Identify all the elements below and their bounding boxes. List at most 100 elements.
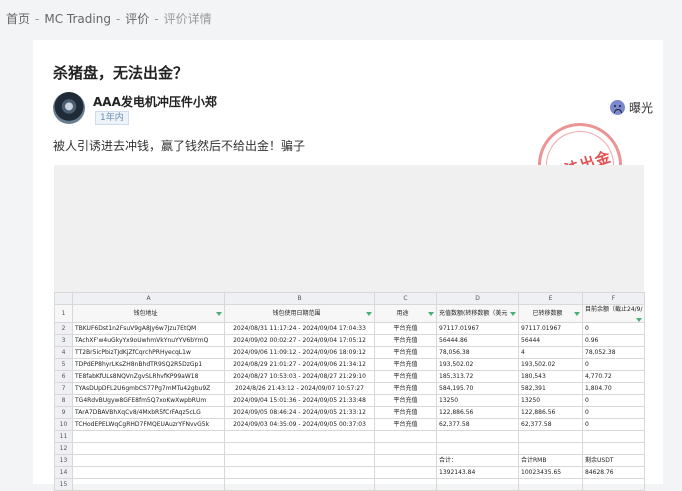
table-cell: 180,543 <box>518 370 583 383</box>
col-letter: D <box>436 292 519 305</box>
table-cell: 13250 <box>518 394 583 407</box>
totals-label-row: 13 合计： 合计RMB 剩余USDT <box>54 454 645 467</box>
table-cell: 2024/09/03 04:35:09 - 2024/09/05 00:37:0… <box>224 418 375 431</box>
table-cell: 193,502.02 <box>436 358 519 371</box>
table-cell: 56444 <box>518 334 583 347</box>
header-cell: 钱包地址 <box>72 304 225 323</box>
table-row: 4 TT2Br5icPbizTJdKjZfCqrchPRHyecqL1w 2024/… <box>54 346 645 359</box>
table-cell: 78,052.38 <box>582 346 645 359</box>
header-cell: 用途 <box>374 304 437 323</box>
table-cell: TG4RdvBUgyw8GFE8fm5Q7xoKwXwpbRUm <box>72 394 225 407</box>
table-row: 3 TAchXF'w4uGkyYx9oUwhmVkYnuYYV6bYmQ 2024/… <box>54 334 645 347</box>
avatar[interactable] <box>53 92 85 124</box>
table-cell: 584,195.70 <box>436 382 519 395</box>
breadcrumb-reviews[interactable]: 评价 <box>125 12 149 26</box>
total-value: 1392143.84 <box>436 466 519 479</box>
table-cell: 0 <box>582 322 645 335</box>
table-cell: 78,056.38 <box>436 346 519 359</box>
table-cell: 13250 <box>436 394 519 407</box>
table-cell: 2024/09/06 11:09:12 - 2024/09/06 18:09:1… <box>224 346 375 359</box>
table-cell: TT2Br5icPbizTJdKjZfCqrchPRHyecqL1w <box>72 346 225 359</box>
total-value: 10023435.65 <box>518 466 583 479</box>
table-cell: 平台充值 <box>374 370 437 383</box>
total-label: 合计： <box>436 454 519 467</box>
table-cell: 平台充值 <box>374 394 437 407</box>
table-cell: 185,313.72 <box>436 370 519 383</box>
col-letter: B <box>224 292 375 305</box>
table-cell: 2024/08/27 10:53:03 - 2024/08/27 21:29:1… <box>224 370 375 383</box>
total-label: 合计RMB <box>518 454 583 467</box>
table-row: 7 TYAsDUpDFL2U6gmbCS77Pg7mMTu42gbu9Z 2024/… <box>54 382 645 395</box>
table-row: 10 TCHodEPELWqCgRHD7FMQEUAuzrYFNvvG5k 2024… <box>54 418 645 431</box>
review-title: 杀猪盘，无法出金？ <box>53 64 189 82</box>
col-letter: A <box>72 292 225 305</box>
header-cell: 已转移数额 <box>518 304 583 323</box>
table-cell: 4 <box>518 346 583 359</box>
filter-icon <box>510 311 516 316</box>
table-row: 5 TDPdEP8hyrLKsZH8nBhdTR9SQ2R5DzGp1 2024/0… <box>54 358 645 371</box>
table-cell: 平台充值 <box>374 358 437 371</box>
table-cell: 平台充值 <box>374 322 437 335</box>
breadcrumb: 首页 - MC Trading - 评价 - 评价详情 <box>6 12 212 26</box>
breadcrumb-broker[interactable]: MC Trading <box>44 12 111 26</box>
col-letter: E <box>518 292 583 305</box>
evidence-image[interactable]: A B C D E F 1 钱包地址 钱包使用日期范围 用途 充值数额(转移数额… <box>54 165 645 491</box>
table-cell: 2024/8/26 21:43:12 - 2024/09/07 10:57:27 <box>224 382 375 395</box>
spreadsheet: A B C D E F 1 钱包地址 钱包使用日期范围 用途 充值数额(转移数额… <box>54 292 645 491</box>
filter-icon <box>574 311 580 316</box>
total-value: 84628.76 <box>582 466 645 479</box>
table-cell: TDPdEP8hyrLKsZH8nBhdTR9SQ2R5DzGp1 <box>72 358 225 371</box>
table-cell: 平台充值 <box>374 406 437 419</box>
table-cell: 193,502.02 <box>518 358 583 371</box>
filter-icon <box>428 311 434 316</box>
table-cell: 2024/09/02 00:02:27 - 2024/09/04 17:05:1… <box>224 334 375 347</box>
table-cell: 0.96 <box>582 334 645 347</box>
table-row: 15 <box>54 478 645 491</box>
table-cell: 平台充值 <box>374 418 437 431</box>
header-cell: 目前余额（截止24/9/ <box>582 304 645 323</box>
expose-tag: 曝光 <box>609 99 653 116</box>
col-letter: F <box>582 292 645 305</box>
header-cell: 钱包使用日期范围 <box>224 304 375 323</box>
table-row: 11 <box>54 430 645 443</box>
breadcrumb-current: 评价详情 <box>163 12 212 26</box>
table-cell: 97117.01967 <box>518 322 583 335</box>
years-badge: 1年内 <box>95 111 129 125</box>
table-cell: 0 <box>582 358 645 371</box>
table-cell: 122,886.56 <box>518 406 583 419</box>
table-cell: 2024/09/04 15:01:36 - 2024/09/05 21:33:4… <box>224 394 375 407</box>
table-cell: TAchXF'w4uGkyYx9oUwhmVkYnuYYV6bYmQ <box>72 334 225 347</box>
table-cell: TBKUF6Dst1n2FsuV9gA8Jy6w7Jzu7EtQM <box>72 322 225 335</box>
breadcrumb-home[interactable]: 首页 <box>6 12 30 26</box>
table-cell: TE8fabKfULs8NQVnZgvSLRhvfKP99aW18 <box>72 370 225 383</box>
table-cell: 97117.01967 <box>436 322 519 335</box>
corner-cell <box>54 292 73 305</box>
table-row: 2 TBKUF6Dst1n2FsuV9gA8Jy6w7Jzu7EtQM 2024/0… <box>54 322 645 335</box>
table-cell: 122,886.56 <box>436 406 519 419</box>
table-cell: 2024/08/29 21:01:27 - 2024/09/06 21:34:1… <box>224 358 375 371</box>
column-header-row: A B C D E F <box>54 292 645 305</box>
review-card: 杀猪盘，无法出金？ AAA发电机冲压件小郑 1年内 曝光 被人引诱进去冲钱，赢了… <box>33 40 663 491</box>
table-cell: TCHodEPELWqCgRHD7FMQEUAuzrYFNvvG5k <box>72 418 225 431</box>
table-row: 6 TE8fabKfULs8NQVnZgvSLRhvfKP99aW18 2024/0… <box>54 370 645 383</box>
filter-icon <box>636 318 642 322</box>
table-cell: TYAsDUpDFL2U6gmbCS77Pg7mMTu42gbu9Z <box>72 382 225 395</box>
table-cell: 0 <box>582 394 645 407</box>
author-name[interactable]: AAA发电机冲压件小郑 <box>93 93 217 110</box>
filter-icon <box>216 311 222 316</box>
table-cell: 2024/08/31 11:17:24 - 2024/09/04 17:04:3… <box>224 322 375 335</box>
table-row: 8 TG4RdvBUgyw8GFE8fm5Q7xoKwXwpbRUm 2024/09… <box>54 394 645 407</box>
col-letter: C <box>374 292 437 305</box>
table-cell: 1,804.70 <box>582 382 645 395</box>
table-cell: 平台充值 <box>374 334 437 347</box>
table-cell: 0 <box>582 418 645 431</box>
table-cell: 0 <box>582 406 645 419</box>
sad-face-icon <box>609 100 625 115</box>
totals-value-row: 14 1392143.84 10023435.65 84628.76 <box>54 466 645 479</box>
table-row: 9 TArA7DBAVBhXqCv8/4MxbR5fCrFAqz5cLG 2024/… <box>54 406 645 419</box>
review-content: 被人引诱进去冲钱，赢了钱然后不给出金！骗子 <box>53 139 306 153</box>
expose-label: 曝光 <box>628 101 653 115</box>
table-cell: 4,770.72 <box>582 370 645 383</box>
table-cell: 62,377.58 <box>518 418 583 431</box>
header-row: 1 钱包地址 钱包使用日期范围 用途 充值数额(转移数额（美元 已转移数额 目前… <box>54 304 645 323</box>
